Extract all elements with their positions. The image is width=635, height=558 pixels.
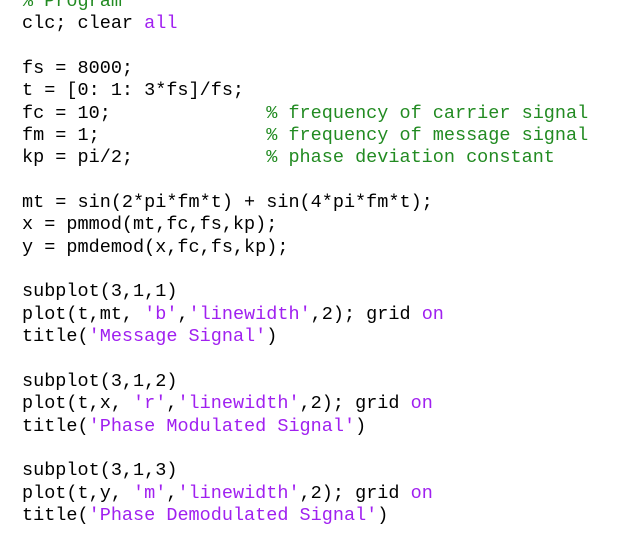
code-token-string: 'linewidth' [177, 482, 300, 504]
code-token-plain: fm = 1; [22, 125, 267, 147]
code-line: subplot(3,1,2) [22, 371, 588, 393]
code-editor[interactable]: % Programclc; clear all​fs = 8000;t = [0… [0, 0, 635, 558]
code-line: plot(t,y, 'm','linewidth',2); grid on [22, 483, 588, 505]
code-token-plain: , [166, 393, 178, 415]
code-token-plain: clc; clear [22, 13, 145, 35]
code-token-plain: plot(t,y, [22, 482, 134, 504]
code-line: kp = pi/2; % phase deviation constant [22, 147, 588, 169]
code-token-plain: ) [355, 415, 367, 437]
code-token-plain: fs = 8000; [22, 58, 134, 80]
code-line: fc = 10; % frequency of carrier signal [22, 103, 588, 125]
code-token-plain: plot(t,mt, [22, 303, 145, 325]
code-line: title('Phase Modulated Signal') [22, 416, 588, 438]
code-token-plain: title( [22, 415, 89, 437]
code-token-plain: ) [266, 326, 278, 348]
code-token-plain: subplot(3,1,3) [22, 460, 178, 482]
code-line: clc; clear all [22, 13, 588, 35]
code-token-string: 'Phase Demodulated Signal' [88, 504, 378, 526]
code-line: ​ [22, 438, 588, 460]
code-token-comment: % frequency of carrier signal [266, 102, 589, 124]
code-token-plain: , [166, 482, 178, 504]
code-token-string: 'linewidth' [188, 303, 311, 325]
code-token-keyword: on [410, 393, 433, 415]
code-line: mt = sin(2*pi*fm*t) + sin(4*pi*fm*t); [22, 192, 588, 214]
code-token-plain: title( [22, 326, 89, 348]
code-token-plain: plot(t,x, [22, 393, 134, 415]
code-token-plain: ,2); grid [310, 303, 422, 325]
code-block: % Programclc; clear all​fs = 8000;t = [0… [22, 0, 588, 527]
code-token-plain: t = [0: 1: 3*fs]/fs; [22, 80, 245, 102]
code-line: ​ [22, 259, 588, 281]
code-line: x = pmmod(mt,fc,fs,kp); [22, 214, 588, 236]
code-token-comment: % Program [22, 0, 122, 12]
code-line: subplot(3,1,1) [22, 281, 588, 303]
code-token-keyword: on [410, 482, 433, 504]
code-token-plain: x = pmmod(mt,fc,fs,kp); [22, 214, 278, 236]
code-token-plain: ) [377, 504, 389, 526]
code-line: subplot(3,1,3) [22, 460, 588, 482]
code-line: title('Phase Demodulated Signal') [22, 505, 588, 527]
code-token-comment: % frequency of message signal [266, 125, 589, 147]
code-token-string: 'm' [133, 482, 167, 504]
code-token-string: 'b' [144, 303, 178, 325]
code-token-plain: y = pmdemod(x,fc,fs,kp); [22, 236, 289, 258]
code-token-plain: subplot(3,1,2) [22, 370, 178, 392]
code-token-plain: fc = 10; [22, 102, 267, 124]
code-line: fm = 1; % frequency of message signal [22, 125, 588, 147]
code-line: t = [0: 1: 3*fs]/fs; [22, 80, 588, 102]
code-line: title('Message Signal') [22, 326, 588, 348]
code-line: ​ [22, 349, 588, 371]
code-token-plain: , [177, 303, 189, 325]
code-token-plain: mt = sin(2*pi*fm*t) + sin(4*pi*fm*t); [22, 192, 433, 214]
code-token-comment: % phase deviation constant [266, 147, 555, 169]
code-token-string: 'Phase Modulated Signal' [88, 415, 356, 437]
code-line: plot(t,x, 'r','linewidth',2); grid on [22, 393, 588, 415]
code-line: ​ [22, 36, 588, 58]
code-line: y = pmdemod(x,fc,fs,kp); [22, 237, 588, 259]
code-token-plain: kp = pi/2; [22, 147, 267, 169]
code-line: ​ [22, 170, 588, 192]
code-line: fs = 8000; [22, 58, 588, 80]
code-token-string: 'Message Signal' [88, 326, 267, 348]
code-token-plain: title( [22, 504, 89, 526]
code-token-keyword: on [421, 303, 444, 325]
code-token-plain: subplot(3,1,1) [22, 281, 178, 303]
code-line: % Program [22, 0, 588, 13]
code-token-string: 'r' [133, 393, 167, 415]
code-token-string: 'linewidth' [177, 393, 300, 415]
code-token-keyword: all [144, 13, 178, 35]
code-line: plot(t,mt, 'b','linewidth',2); grid on [22, 304, 588, 326]
code-token-plain: ,2); grid [299, 482, 411, 504]
code-token-plain: ,2); grid [299, 393, 411, 415]
